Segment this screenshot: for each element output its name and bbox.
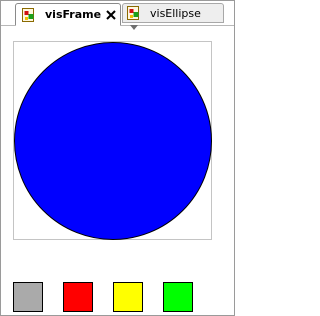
swatch-yellow[interactable] bbox=[113, 282, 143, 312]
tab-visframe[interactable]: visFrame bbox=[15, 3, 121, 26]
tab-label: visEllipse bbox=[150, 6, 201, 20]
tab-visellipse[interactable]: visEllipse bbox=[122, 3, 224, 23]
tab-bar: visFrame visEllipse bbox=[1, 1, 234, 26]
vis-document-icon bbox=[22, 7, 34, 22]
swatch-green[interactable] bbox=[163, 282, 193, 312]
blue-ellipse[interactable] bbox=[14, 42, 212, 240]
editor-window: visFrame visEllipse bbox=[0, 0, 235, 316]
tab-list-dropdown-icon[interactable] bbox=[130, 25, 138, 30]
tab-label: visFrame bbox=[45, 8, 102, 21]
close-icon[interactable] bbox=[105, 9, 117, 21]
swatch-gray[interactable] bbox=[13, 282, 43, 312]
swatch-red[interactable] bbox=[63, 282, 93, 312]
vis-document-icon bbox=[127, 6, 139, 20]
